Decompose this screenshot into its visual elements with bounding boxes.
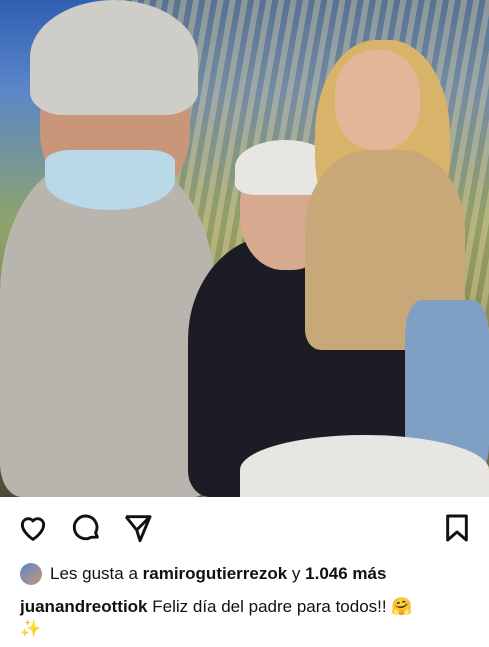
- likes-summary: Les gusta a ramirogutierrezok y 1.046 má…: [20, 563, 386, 585]
- sparkles-emoji: ✨: [20, 619, 42, 639]
- person-left-body: [0, 160, 215, 497]
- person-left-mask: [45, 150, 175, 210]
- person-right-head: [335, 50, 420, 150]
- action-bar: [0, 497, 489, 559]
- liker-avatar[interactable]: [20, 563, 42, 585]
- liker-username[interactable]: ramirogutierrezok: [143, 564, 288, 584]
- heart-icon[interactable]: [17, 512, 49, 544]
- bookmark-icon[interactable]: [441, 512, 473, 544]
- caption-username[interactable]: juanandreottiok: [20, 597, 148, 616]
- post-photo[interactable]: [0, 0, 489, 497]
- likes-connector: y: [291, 564, 301, 583]
- likes-prefix: Les gusta a: [50, 564, 138, 583]
- person-left-hat: [30, 0, 198, 115]
- comment-icon[interactable]: [70, 512, 102, 544]
- caption-text: Feliz día del padre para todos!!: [152, 597, 387, 616]
- share-icon[interactable]: [122, 512, 154, 544]
- hug-emoji: 🤗: [391, 597, 413, 617]
- likes-count[interactable]: 1.046 más: [305, 564, 386, 584]
- dog: [240, 435, 489, 497]
- post-caption: juanandreottiok Feliz día del padre para…: [20, 596, 470, 640]
